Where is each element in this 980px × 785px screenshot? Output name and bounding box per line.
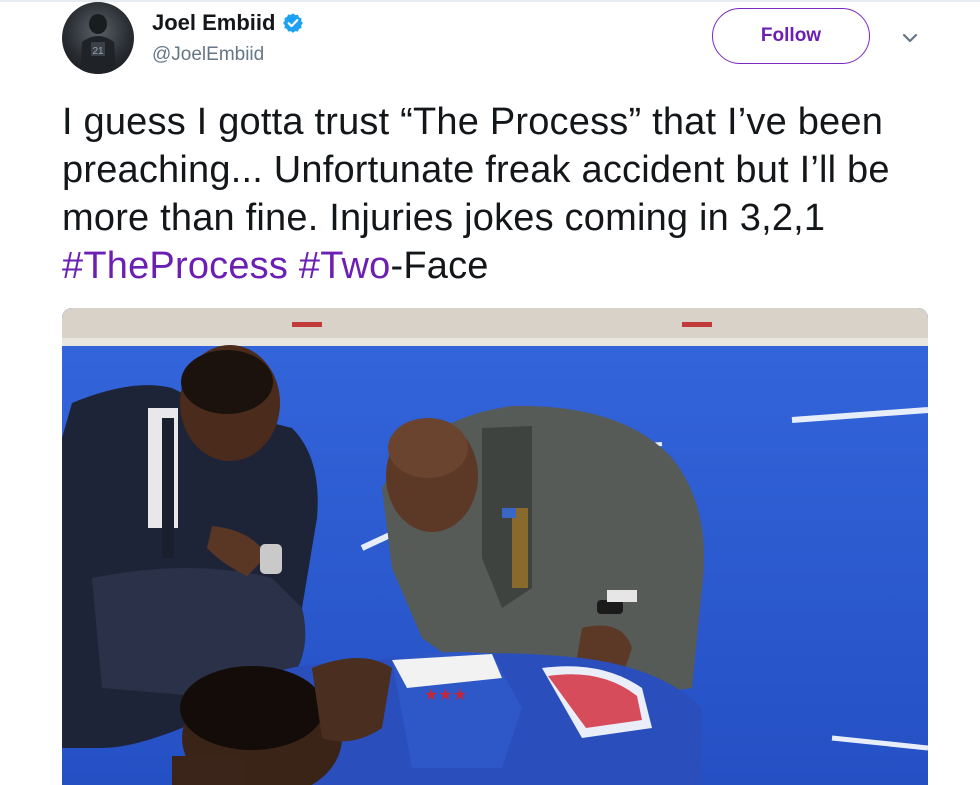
author-display-name[interactable]: Joel Embiid xyxy=(152,10,275,36)
hashtag-link-theprocess[interactable]: #TheProcess xyxy=(62,245,288,287)
tweet-text-suffix: -Face xyxy=(390,245,489,287)
author-handle[interactable]: @JoelEmbiid xyxy=(152,44,264,66)
tweet-media-photo[interactable]: ★★★ xyxy=(62,308,928,785)
profile-avatar[interactable]: 21 xyxy=(62,2,134,74)
tweet-text: I guess I gotta trust “The Process” that… xyxy=(62,98,942,290)
profile-photo-icon: 21 xyxy=(80,14,116,74)
tweet-text-body: I guess I gotta trust “The Process” that… xyxy=(62,101,890,239)
chevron-down-icon[interactable] xyxy=(896,26,924,50)
top-divider xyxy=(0,0,980,2)
tweet-text-spacer xyxy=(288,245,299,287)
follow-button[interactable]: Follow xyxy=(712,8,870,64)
hashtag-link-two[interactable]: #Two xyxy=(299,245,391,287)
verified-badge-icon xyxy=(283,13,304,33)
svg-text:★★★: ★★★ xyxy=(424,687,467,704)
photo-icon: ★★★ xyxy=(62,308,928,785)
author-name-row[interactable]: Joel Embiid xyxy=(152,8,304,38)
svg-text:21: 21 xyxy=(92,46,104,57)
